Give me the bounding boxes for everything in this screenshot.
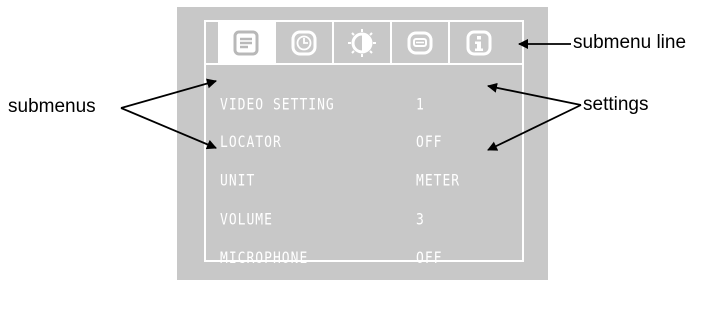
- setting-value-display[interactable]: ON: [416, 289, 460, 306]
- settings-arrow-bottom: [487, 104, 582, 151]
- settings-label: settings: [583, 94, 649, 115]
- submenu-display[interactable]: DISPLAY: [220, 289, 335, 306]
- submenu-line-label: submenu line: [573, 32, 687, 53]
- submenus-label: submenus: [8, 96, 96, 117]
- submenus-arrow-bottom: [120, 107, 217, 150]
- submenus-arrow-top: [120, 78, 217, 109]
- settings-arrow-top: [487, 82, 582, 106]
